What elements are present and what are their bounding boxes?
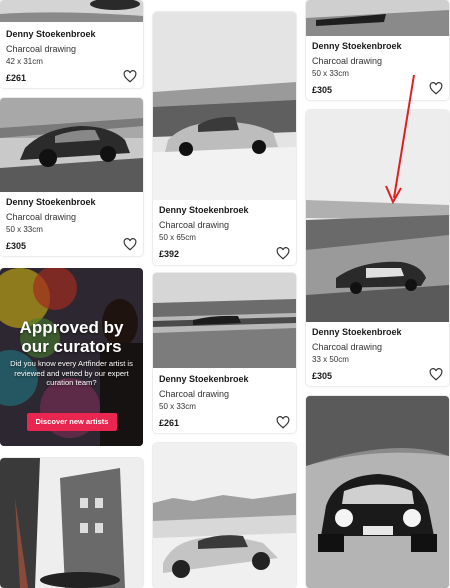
artwork-image[interactable] [0, 458, 143, 588]
artwork-card[interactable]: Denny Stoekenbroek Charcoal drawing 50 x… [153, 12, 296, 265]
artist-name[interactable]: Denny Stoekenbroek [159, 374, 290, 384]
artwork-size: 33 x 50cm [312, 355, 349, 364]
artist-name[interactable]: Denny Stoekenbroek [312, 327, 443, 337]
artwork-price: £305 [6, 241, 27, 251]
artwork-size: 50 x 65cm [159, 233, 196, 242]
artwork-medium: Charcoal drawing [6, 212, 77, 222]
heart-icon[interactable] [429, 82, 443, 95]
artwork-card[interactable]: Denny Stoekenbroek Charcoal drawing 33 x… [306, 110, 449, 386]
artwork-card[interactable]: Denny Stoekenbroek Charcoal drawing 50 x… [0, 98, 143, 256]
promo-title-line1: Approved by [19, 318, 124, 337]
artwork-image[interactable] [306, 0, 449, 36]
artwork-card[interactable] [0, 458, 143, 588]
artwork-image[interactable] [153, 12, 296, 200]
artwork-price: £261 [6, 73, 27, 83]
artwork-image[interactable] [153, 443, 296, 588]
artwork-size: 50 x 33cm [6, 225, 43, 234]
heart-icon[interactable] [276, 416, 290, 429]
artwork-price: £261 [159, 418, 180, 428]
discover-new-artists-button[interactable]: Discover new artists [27, 413, 117, 431]
artwork-image[interactable] [153, 273, 296, 368]
artwork-price: £392 [159, 249, 180, 259]
artwork-card[interactable] [306, 396, 449, 588]
artwork-image[interactable] [306, 396, 449, 588]
artwork-image[interactable] [0, 98, 143, 192]
artwork-image[interactable] [0, 0, 143, 22]
heart-icon[interactable] [123, 70, 137, 83]
artwork-card[interactable]: Denny Stoekenbroek Charcoal drawing 50 x… [153, 273, 296, 433]
artist-name[interactable]: Denny Stoekenbroek [159, 205, 290, 215]
artwork-price: £305 [312, 85, 333, 95]
heart-icon[interactable] [429, 368, 443, 381]
artwork-medium: Charcoal drawing [159, 220, 230, 230]
artwork-size: 50 x 33cm [159, 402, 196, 411]
heart-icon[interactable] [276, 247, 290, 260]
artwork-image[interactable] [306, 110, 449, 322]
artwork-card[interactable]: Denny Stoekenbroek Charcoal drawing 50 x… [306, 0, 449, 100]
artwork-medium: Charcoal drawing [159, 389, 230, 399]
artwork-size: 50 x 33cm [312, 69, 349, 78]
promo-title: Approved by our curators [0, 318, 143, 356]
artist-name[interactable]: Denny Stoekenbroek [6, 197, 137, 207]
artwork-price: £305 [312, 371, 333, 381]
artwork-size: 42 x 31cm [6, 57, 43, 66]
artwork-medium: Charcoal drawing [312, 342, 383, 352]
promo-description: Did you know every Artfinder artist is r… [10, 359, 133, 387]
artwork-card[interactable] [153, 443, 296, 588]
artwork-card[interactable]: Denny Stoekenbroek Charcoal drawing 42 x… [0, 0, 143, 88]
artist-name[interactable]: Denny Stoekenbroek [312, 41, 443, 51]
artist-name[interactable]: Denny Stoekenbroek [6, 29, 137, 39]
artwork-medium: Charcoal drawing [312, 56, 383, 66]
heart-icon[interactable] [123, 238, 137, 251]
promo-title-line2: our curators [21, 337, 122, 356]
artwork-medium: Charcoal drawing [6, 44, 77, 54]
